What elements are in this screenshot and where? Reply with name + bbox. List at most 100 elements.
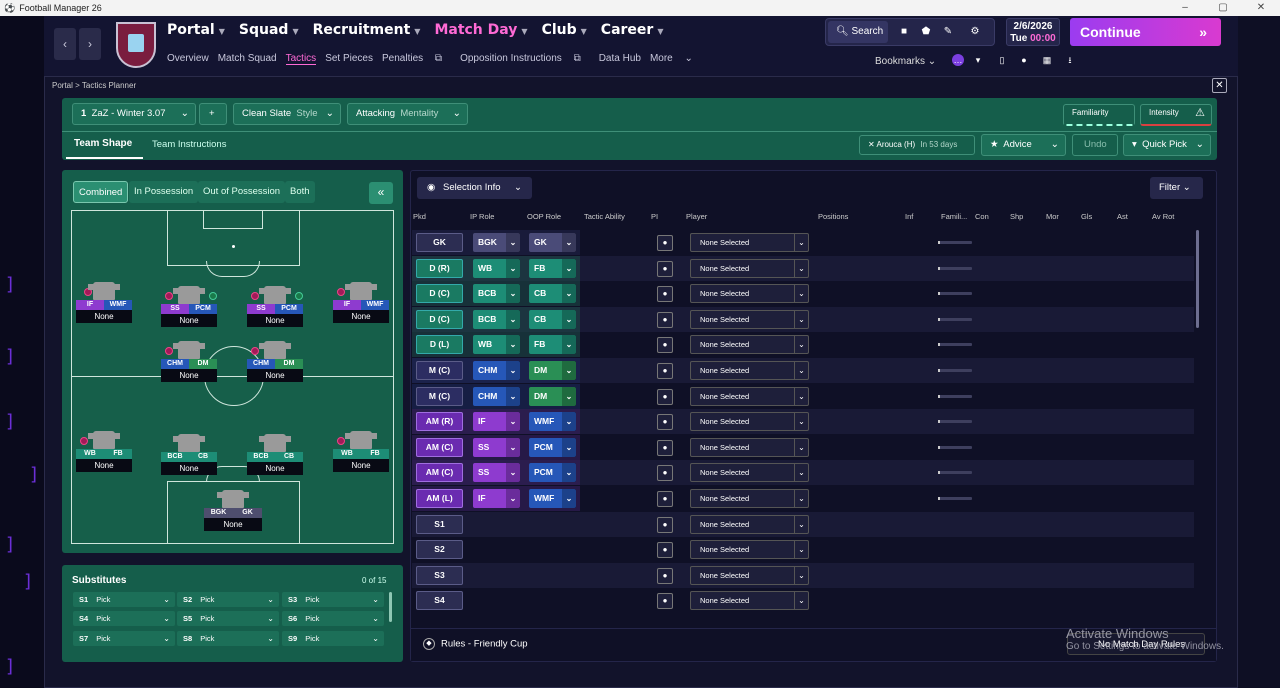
view-in-possession[interactable]: In Possession bbox=[129, 181, 199, 203]
subnav-opposition-instructions[interactable]: Opposition Instructions ⧉ bbox=[460, 53, 590, 65]
column-header[interactable]: Gls bbox=[1081, 212, 1092, 221]
column-header[interactable]: Mor bbox=[1046, 212, 1059, 221]
oop-role-select[interactable]: WMF ⌄ bbox=[529, 412, 576, 432]
subnav-overview[interactable]: Overview bbox=[167, 53, 209, 65]
subnav-tactics[interactable]: Tactics bbox=[285, 53, 317, 65]
player-select[interactable]: None Selected ⌄ bbox=[690, 258, 809, 278]
column-header[interactable]: Famili... bbox=[941, 212, 967, 221]
gear-icon[interactable]: ⚙ bbox=[967, 24, 983, 40]
table-row[interactable]: D (C) BCB ⌄ CB ⌄ ● None Selected ⌄ bbox=[412, 281, 1194, 307]
player-select[interactable]: None Selected ⌄ bbox=[690, 309, 809, 329]
oop-role-select[interactable]: DM ⌄ bbox=[529, 386, 576, 406]
pitch-player[interactable]: CHM DM None bbox=[247, 341, 303, 382]
player-select[interactable]: None Selected ⌄ bbox=[690, 412, 809, 432]
pitch-player[interactable]: BCB CB None bbox=[161, 434, 217, 475]
person-icon[interactable]: ● bbox=[657, 542, 673, 559]
collapse-button[interactable]: « bbox=[369, 182, 393, 204]
player-select[interactable]: None Selected ⌄ bbox=[690, 514, 809, 534]
position-slot[interactable]: S2 bbox=[416, 540, 463, 560]
nav-recruitment[interactable]: Recruitment ▼ bbox=[313, 22, 421, 38]
table-row[interactable]: AM (C) SS ⌄ PCM ⌄ ● None Selected ⌄ bbox=[412, 434, 1194, 460]
column-header[interactable]: Inf bbox=[905, 212, 913, 221]
ip-role-select[interactable]: BCB ⌄ bbox=[473, 309, 520, 329]
subnav-set-pieces[interactable]: Set Pieces bbox=[325, 53, 373, 65]
ip-role-select[interactable]: CHM ⌄ bbox=[473, 386, 520, 406]
person-icon[interactable]: ● bbox=[657, 311, 673, 328]
add-tactic-button[interactable]: + bbox=[199, 103, 227, 125]
position-slot[interactable]: D (L) bbox=[416, 335, 463, 355]
ip-role-select[interactable]: SS ⌄ bbox=[473, 437, 520, 457]
table-row[interactable]: M (C) CHM ⌄ DM ⌄ ● None Selected ⌄ bbox=[412, 383, 1194, 409]
shield-icon[interactable]: ⬟ bbox=[918, 24, 934, 40]
style-selector[interactable]: Clean Slate Style ⌄ bbox=[233, 103, 341, 125]
next-match[interactable]: ✕ Arouca (H) In 53 days bbox=[859, 135, 975, 155]
ip-role-select[interactable]: BCB ⌄ bbox=[473, 284, 520, 304]
oop-role-select[interactable]: CB ⌄ bbox=[529, 309, 576, 329]
nav-club[interactable]: Club ▼ bbox=[542, 22, 587, 38]
person-icon[interactable]: ● bbox=[657, 337, 673, 354]
person-icon[interactable]: ● bbox=[657, 567, 673, 584]
tab-team-instructions[interactable]: Team Instructions bbox=[152, 139, 226, 150]
intensity-meter[interactable]: Intensity ⚠ bbox=[1140, 104, 1212, 126]
column-header[interactable]: Con bbox=[975, 212, 989, 221]
familiarity-meter[interactable]: Familiarity bbox=[1063, 104, 1135, 126]
ip-role-select[interactable]: WB ⌄ bbox=[473, 335, 520, 355]
selection-info-dropdown[interactable]: ◉ Selection Info ⌄ bbox=[417, 177, 532, 199]
inbox-icon[interactable]: ■ bbox=[896, 24, 912, 40]
oop-role-select[interactable]: PCM ⌄ bbox=[529, 463, 576, 483]
column-header[interactable]: OOP Role bbox=[527, 212, 561, 221]
table-row[interactable]: S1 ● None Selected ⌄ bbox=[412, 511, 1194, 537]
club-crest[interactable] bbox=[116, 22, 156, 68]
clipboard-icon[interactable]: ▯ bbox=[996, 54, 1008, 66]
position-slot[interactable]: AM (L) bbox=[416, 489, 463, 508]
sub-slot[interactable]: S9 Pick ⌄ bbox=[282, 631, 384, 646]
sub-slot[interactable]: S3 Pick ⌄ bbox=[282, 592, 384, 607]
bookmarks-button[interactable]: Bookmarks ⌄ bbox=[875, 56, 936, 67]
person-icon[interactable]: ● bbox=[657, 439, 673, 456]
sub-slot[interactable]: S8 Pick ⌄ bbox=[177, 631, 279, 646]
position-slot[interactable]: M (C) bbox=[416, 361, 463, 380]
position-slot[interactable]: S4 bbox=[416, 591, 463, 611]
chat-icon[interactable]: … bbox=[952, 54, 964, 66]
player-select[interactable]: None Selected ⌄ bbox=[690, 540, 809, 560]
ip-role-select[interactable]: IF ⌄ bbox=[473, 412, 520, 432]
sub-slot[interactable]: S4 Pick ⌄ bbox=[73, 611, 175, 626]
table-scrollbar[interactable] bbox=[1196, 230, 1199, 328]
person-icon[interactable]: ● bbox=[657, 260, 673, 277]
oop-role-select[interactable]: PCM ⌄ bbox=[529, 437, 576, 457]
ip-role-select[interactable]: SS ⌄ bbox=[473, 463, 520, 483]
coach-icon[interactable]: ● bbox=[1018, 54, 1030, 66]
column-header[interactable]: IP Role bbox=[470, 212, 494, 221]
continue-button[interactable]: Continue» bbox=[1070, 18, 1221, 46]
player-select[interactable]: None Selected ⌄ bbox=[690, 233, 809, 252]
pitch-player[interactable]: BCB CB None bbox=[247, 434, 303, 475]
oop-role-select[interactable]: GK ⌄ bbox=[529, 233, 576, 252]
person-icon[interactable]: ● bbox=[657, 414, 673, 431]
pitch-player[interactable]: IF WMF None bbox=[76, 282, 132, 323]
position-slot[interactable]: D (R) bbox=[416, 258, 463, 278]
person-icon[interactable]: ● bbox=[657, 286, 673, 303]
table-row[interactable]: AM (R) IF ⌄ WMF ⌄ ● None Selected ⌄ bbox=[412, 409, 1194, 435]
minimize-button[interactable]: – bbox=[1166, 0, 1204, 16]
nav-match-day[interactable]: Match Day ▼ bbox=[434, 22, 527, 38]
game-date[interactable]: 2/6/2026 Tue 00:00 bbox=[1006, 18, 1060, 46]
position-slot[interactable]: AM (R) bbox=[416, 412, 463, 432]
position-slot[interactable]: D (C) bbox=[416, 284, 463, 304]
ip-role-select[interactable]: BGK ⌄ bbox=[473, 233, 520, 252]
oop-role-select[interactable]: DM ⌄ bbox=[529, 361, 576, 380]
nav-squad[interactable]: Squad ▼ bbox=[239, 22, 299, 38]
column-header[interactable]: Positions bbox=[818, 212, 848, 221]
close-window-button[interactable]: ✕ bbox=[1242, 0, 1280, 16]
subnav-penalties[interactable]: Penalties ⧉ bbox=[382, 53, 451, 65]
close-panel-button[interactable]: ✕ bbox=[1212, 78, 1227, 93]
pitch-player[interactable]: CHM DM None bbox=[161, 341, 217, 382]
person-icon[interactable]: ● bbox=[657, 593, 673, 610]
column-header[interactable]: Shp bbox=[1010, 212, 1023, 221]
oop-role-select[interactable]: CB ⌄ bbox=[529, 284, 576, 304]
pitch-player[interactable]: WB FB None bbox=[76, 431, 132, 472]
sub-slot[interactable]: S5 Pick ⌄ bbox=[177, 611, 279, 626]
oop-role-select[interactable]: FB ⌄ bbox=[529, 335, 576, 355]
calendar-icon[interactable]: ▦ bbox=[1041, 54, 1053, 66]
person-icon[interactable]: ● bbox=[657, 491, 673, 507]
table-row[interactable]: D (R) WB ⌄ FB ⌄ ● None Selected ⌄ bbox=[412, 255, 1194, 281]
